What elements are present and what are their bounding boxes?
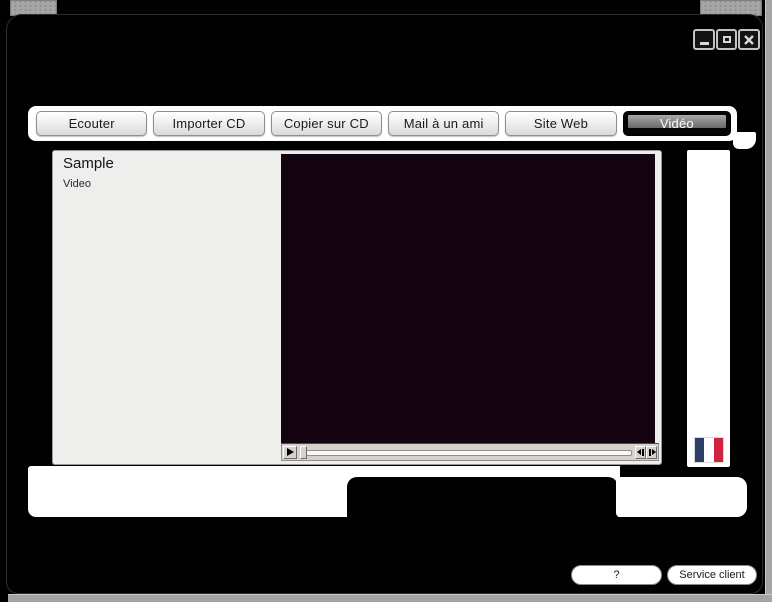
help-button[interactable]: ? xyxy=(571,565,662,585)
background-window-edge-right xyxy=(765,0,772,602)
skin-white-band-right xyxy=(616,477,747,517)
play-button[interactable] xyxy=(283,446,297,459)
window-minimize-icon xyxy=(700,42,709,45)
close-button[interactable] xyxy=(738,29,760,50)
seek-track[interactable] xyxy=(300,450,632,456)
video-screen xyxy=(281,154,655,443)
tab-label: Mail à un ami xyxy=(404,116,484,131)
tab-ecouter[interactable]: Ecouter xyxy=(36,111,147,136)
tab-label: Site Web xyxy=(534,116,588,131)
maximize-button[interactable] xyxy=(716,29,737,50)
flag-red-stripe xyxy=(714,438,723,462)
next-frame-icon-bar xyxy=(649,449,651,456)
background-window-edge-bottom xyxy=(8,594,772,602)
page-title: Sample xyxy=(63,155,114,172)
desktop: { "window": { "controls": { "minimize_ic… xyxy=(0,0,772,602)
help-button-label: ? xyxy=(613,569,619,581)
tab-bar: Ecouter Importer CD Copier sur CD Mail à… xyxy=(28,106,737,141)
tab-label: Ecouter xyxy=(69,116,115,131)
step-forward-button[interactable] xyxy=(646,446,657,459)
content-panel: Sample Video xyxy=(52,150,662,465)
window-maximize-icon xyxy=(723,36,731,43)
next-frame-icon xyxy=(652,449,656,455)
step-back-button[interactable] xyxy=(635,446,646,459)
tab-importer-cd[interactable]: Importer CD xyxy=(153,111,264,136)
language-side-strip xyxy=(687,150,730,467)
flag-white-stripe xyxy=(704,438,713,462)
tab-site-web[interactable]: Site Web xyxy=(505,111,616,136)
tab-label: Copier sur CD xyxy=(284,116,369,131)
play-icon xyxy=(287,448,294,456)
tab-label: Vidéo xyxy=(660,116,694,131)
previous-frame-icon-bar xyxy=(642,449,644,456)
player-controls-bar xyxy=(281,443,659,461)
page-subtitle: Video xyxy=(63,178,91,190)
customer-service-label: Service client xyxy=(679,569,744,581)
flag-blue-stripe xyxy=(695,438,704,462)
tab-video-active[interactable]: Vidéo xyxy=(623,111,731,136)
previous-frame-icon xyxy=(637,449,641,455)
tab-mail-a-un-ami[interactable]: Mail à un ami xyxy=(388,111,499,136)
window-close-icon xyxy=(744,35,754,45)
skin-black-notch xyxy=(347,477,618,517)
minimize-button[interactable] xyxy=(693,29,715,50)
tab-label: Importer CD xyxy=(172,116,245,131)
customer-service-button[interactable]: Service client xyxy=(667,565,757,585)
tab-copier-sur-cd[interactable]: Copier sur CD xyxy=(271,111,382,136)
video-player xyxy=(281,154,655,459)
seek-bar[interactable] xyxy=(298,446,634,459)
france-flag xyxy=(694,437,724,463)
seek-thumb[interactable] xyxy=(300,446,307,459)
